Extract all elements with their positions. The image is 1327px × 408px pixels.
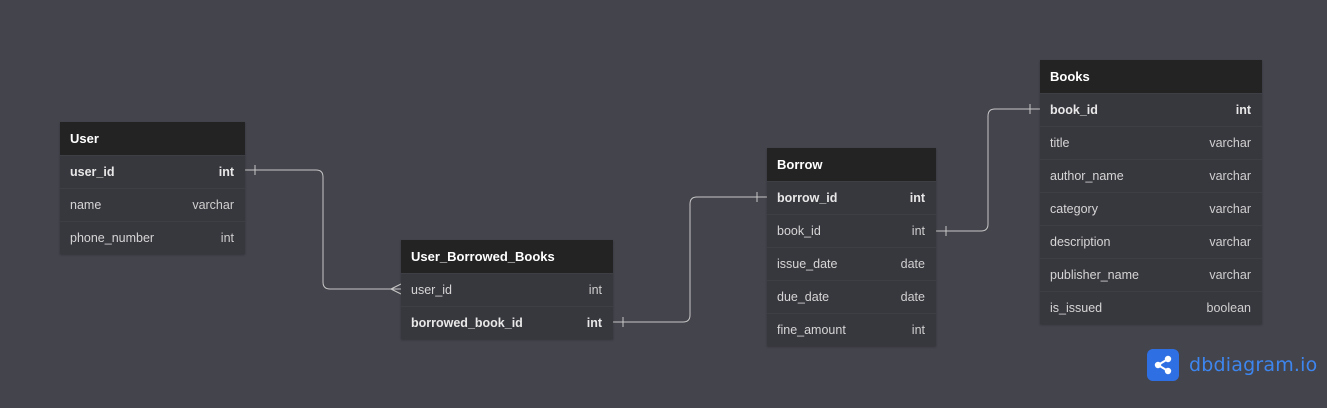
table-header[interactable]: Borrow: [767, 148, 936, 181]
link-user-borrowed-books-to-borrow[interactable]: [613, 196, 767, 323]
link-borrow-to-books[interactable]: [936, 108, 1040, 232]
column-type: int: [909, 191, 925, 205]
column-name: description: [1050, 235, 1111, 249]
column-name: fine_amount: [777, 323, 846, 337]
column-type: varchar: [192, 198, 234, 212]
table-row[interactable]: user_id int: [60, 155, 245, 188]
link-many-marker: [390, 283, 402, 295]
table-row[interactable]: title varchar: [1040, 126, 1262, 159]
column-type: boolean: [1206, 301, 1252, 315]
table-row[interactable]: book_id int: [767, 214, 936, 247]
column-type: varchar: [1209, 235, 1251, 249]
column-type: int: [220, 231, 234, 245]
column-name: name: [70, 198, 102, 212]
table-user[interactable]: User user_id int name varchar phone_numb…: [60, 122, 245, 254]
table-row[interactable]: is_issued boolean: [1040, 291, 1262, 324]
column-name: phone_number: [70, 231, 155, 245]
column-name: author_name: [1050, 169, 1124, 183]
column-type: int: [218, 165, 234, 179]
table-row[interactable]: author_name varchar: [1040, 159, 1262, 192]
column-type: date: [900, 290, 925, 304]
column-name: issue_date: [777, 257, 838, 271]
table-row[interactable]: issue_date date: [767, 247, 936, 280]
table-row[interactable]: phone_number int: [60, 221, 245, 254]
table-row[interactable]: borrowed_book_id int: [401, 306, 613, 339]
column-type: int: [911, 323, 925, 337]
brand-text: dbdiagram.io: [1189, 354, 1318, 376]
dbdiagram-brand[interactable]: dbdiagram.io: [1147, 349, 1317, 381]
column-name: book_id: [1050, 103, 1098, 117]
table-row[interactable]: user_id int: [401, 273, 613, 306]
column-type: date: [900, 257, 925, 271]
column-name: borrowed_book_id: [411, 316, 523, 330]
column-name: publisher_name: [1050, 268, 1139, 282]
table-user-borrowed-books[interactable]: User_Borrowed_Books user_id int borrowed…: [401, 240, 613, 339]
column-name: user_id: [411, 283, 452, 297]
column-type: varchar: [1209, 202, 1251, 216]
column-type: varchar: [1209, 136, 1251, 150]
table-books[interactable]: Books book_id int title varchar author_n…: [1040, 60, 1262, 324]
column-name: is_issued: [1050, 301, 1103, 315]
table-row[interactable]: category varchar: [1040, 192, 1262, 225]
table-row[interactable]: description varchar: [1040, 225, 1262, 258]
column-type: int: [588, 283, 602, 297]
table-row[interactable]: due_date date: [767, 280, 936, 313]
column-name: due_date: [777, 290, 830, 304]
table-row[interactable]: borrow_id int: [767, 181, 936, 214]
diagram-canvas[interactable]: User user_id int name varchar phone_numb…: [0, 0, 1327, 408]
column-type: int: [911, 224, 925, 238]
column-type: int: [1235, 103, 1251, 117]
table-borrow[interactable]: Borrow borrow_id int book_id int issue_d…: [767, 148, 936, 346]
column-name: book_id: [777, 224, 821, 238]
column-type: varchar: [1209, 268, 1251, 282]
column-name: category: [1050, 202, 1098, 216]
column-type: varchar: [1209, 169, 1251, 183]
table-row[interactable]: fine_amount int: [767, 313, 936, 346]
column-name: title: [1050, 136, 1070, 150]
column-name: user_id: [70, 165, 115, 179]
column-type: int: [586, 316, 602, 330]
column-name: borrow_id: [777, 191, 838, 205]
table-header[interactable]: User_Borrowed_Books: [401, 240, 613, 273]
table-row[interactable]: book_id int: [1040, 93, 1262, 126]
link-user-to-user-borrowed-books[interactable]: [245, 169, 401, 290]
share-nodes-icon: [1147, 349, 1179, 381]
table-row[interactable]: name varchar: [60, 188, 245, 221]
table-header[interactable]: Books: [1040, 60, 1262, 93]
table-row[interactable]: publisher_name varchar: [1040, 258, 1262, 291]
table-header[interactable]: User: [60, 122, 245, 155]
